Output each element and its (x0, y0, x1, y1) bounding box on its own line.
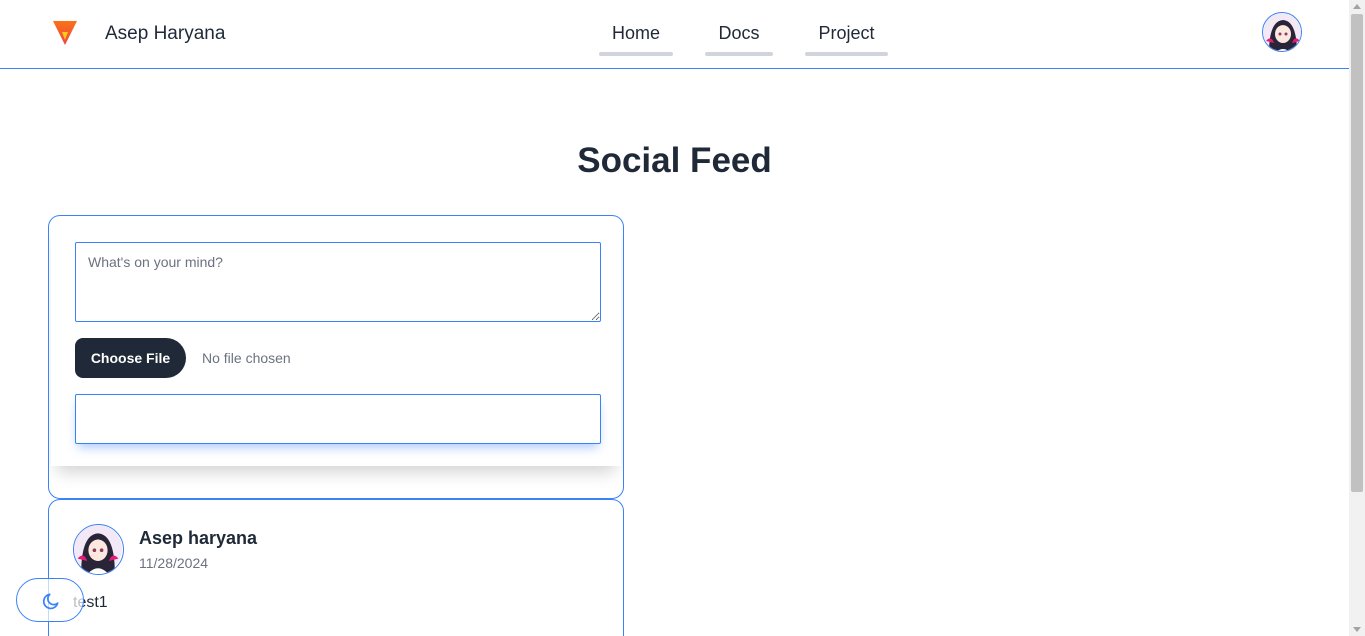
theme-toggle-button[interactable] (16, 578, 84, 622)
scroll-thumb[interactable] (1351, 14, 1363, 492)
post-textarea[interactable] (75, 242, 601, 322)
submit-post-button[interactable] (75, 394, 601, 444)
post-date: 11/28/2024 (139, 555, 209, 571)
avatar-image (74, 525, 122, 573)
avatar-image (1263, 13, 1301, 51)
nav-link-home[interactable]: Home (599, 22, 673, 56)
nav-link-docs[interactable]: Docs (705, 22, 773, 56)
moon-icon (42, 593, 59, 610)
navbar: Asep Haryana Home Docs Project (0, 0, 1349, 69)
nav-underline (599, 52, 673, 56)
page-scrollbar[interactable] (1349, 0, 1365, 636)
page-title: Social Feed (577, 141, 772, 180)
nav-underline (705, 52, 773, 56)
post-author-avatar[interactable] (73, 524, 124, 575)
scroll-up-arrow-icon[interactable] (1353, 4, 1361, 9)
nav-link-docs-label: Docs (718, 23, 760, 43)
user-avatar-icon[interactable] (1262, 12, 1302, 52)
compose-card: Choose File No file chosen (48, 215, 624, 499)
post-author-name[interactable]: Asep haryana (139, 528, 257, 549)
compose-form: Choose File No file chosen (51, 218, 621, 466)
nav-link-project[interactable]: Project (805, 22, 888, 56)
choose-file-button[interactable]: Choose File (75, 338, 186, 378)
scroll-down-arrow-icon[interactable] (1353, 627, 1361, 632)
main-nav: Home Docs Project (0, 22, 1349, 56)
post-card: Asep haryana 11/28/2024 test1 (48, 499, 624, 636)
nav-link-home-label: Home (611, 23, 660, 43)
file-status-text: No file chosen (202, 350, 291, 366)
nav-link-project-label: Project (818, 23, 875, 43)
nav-underline (805, 52, 888, 56)
file-input[interactable]: Choose File No file chosen (75, 338, 601, 378)
